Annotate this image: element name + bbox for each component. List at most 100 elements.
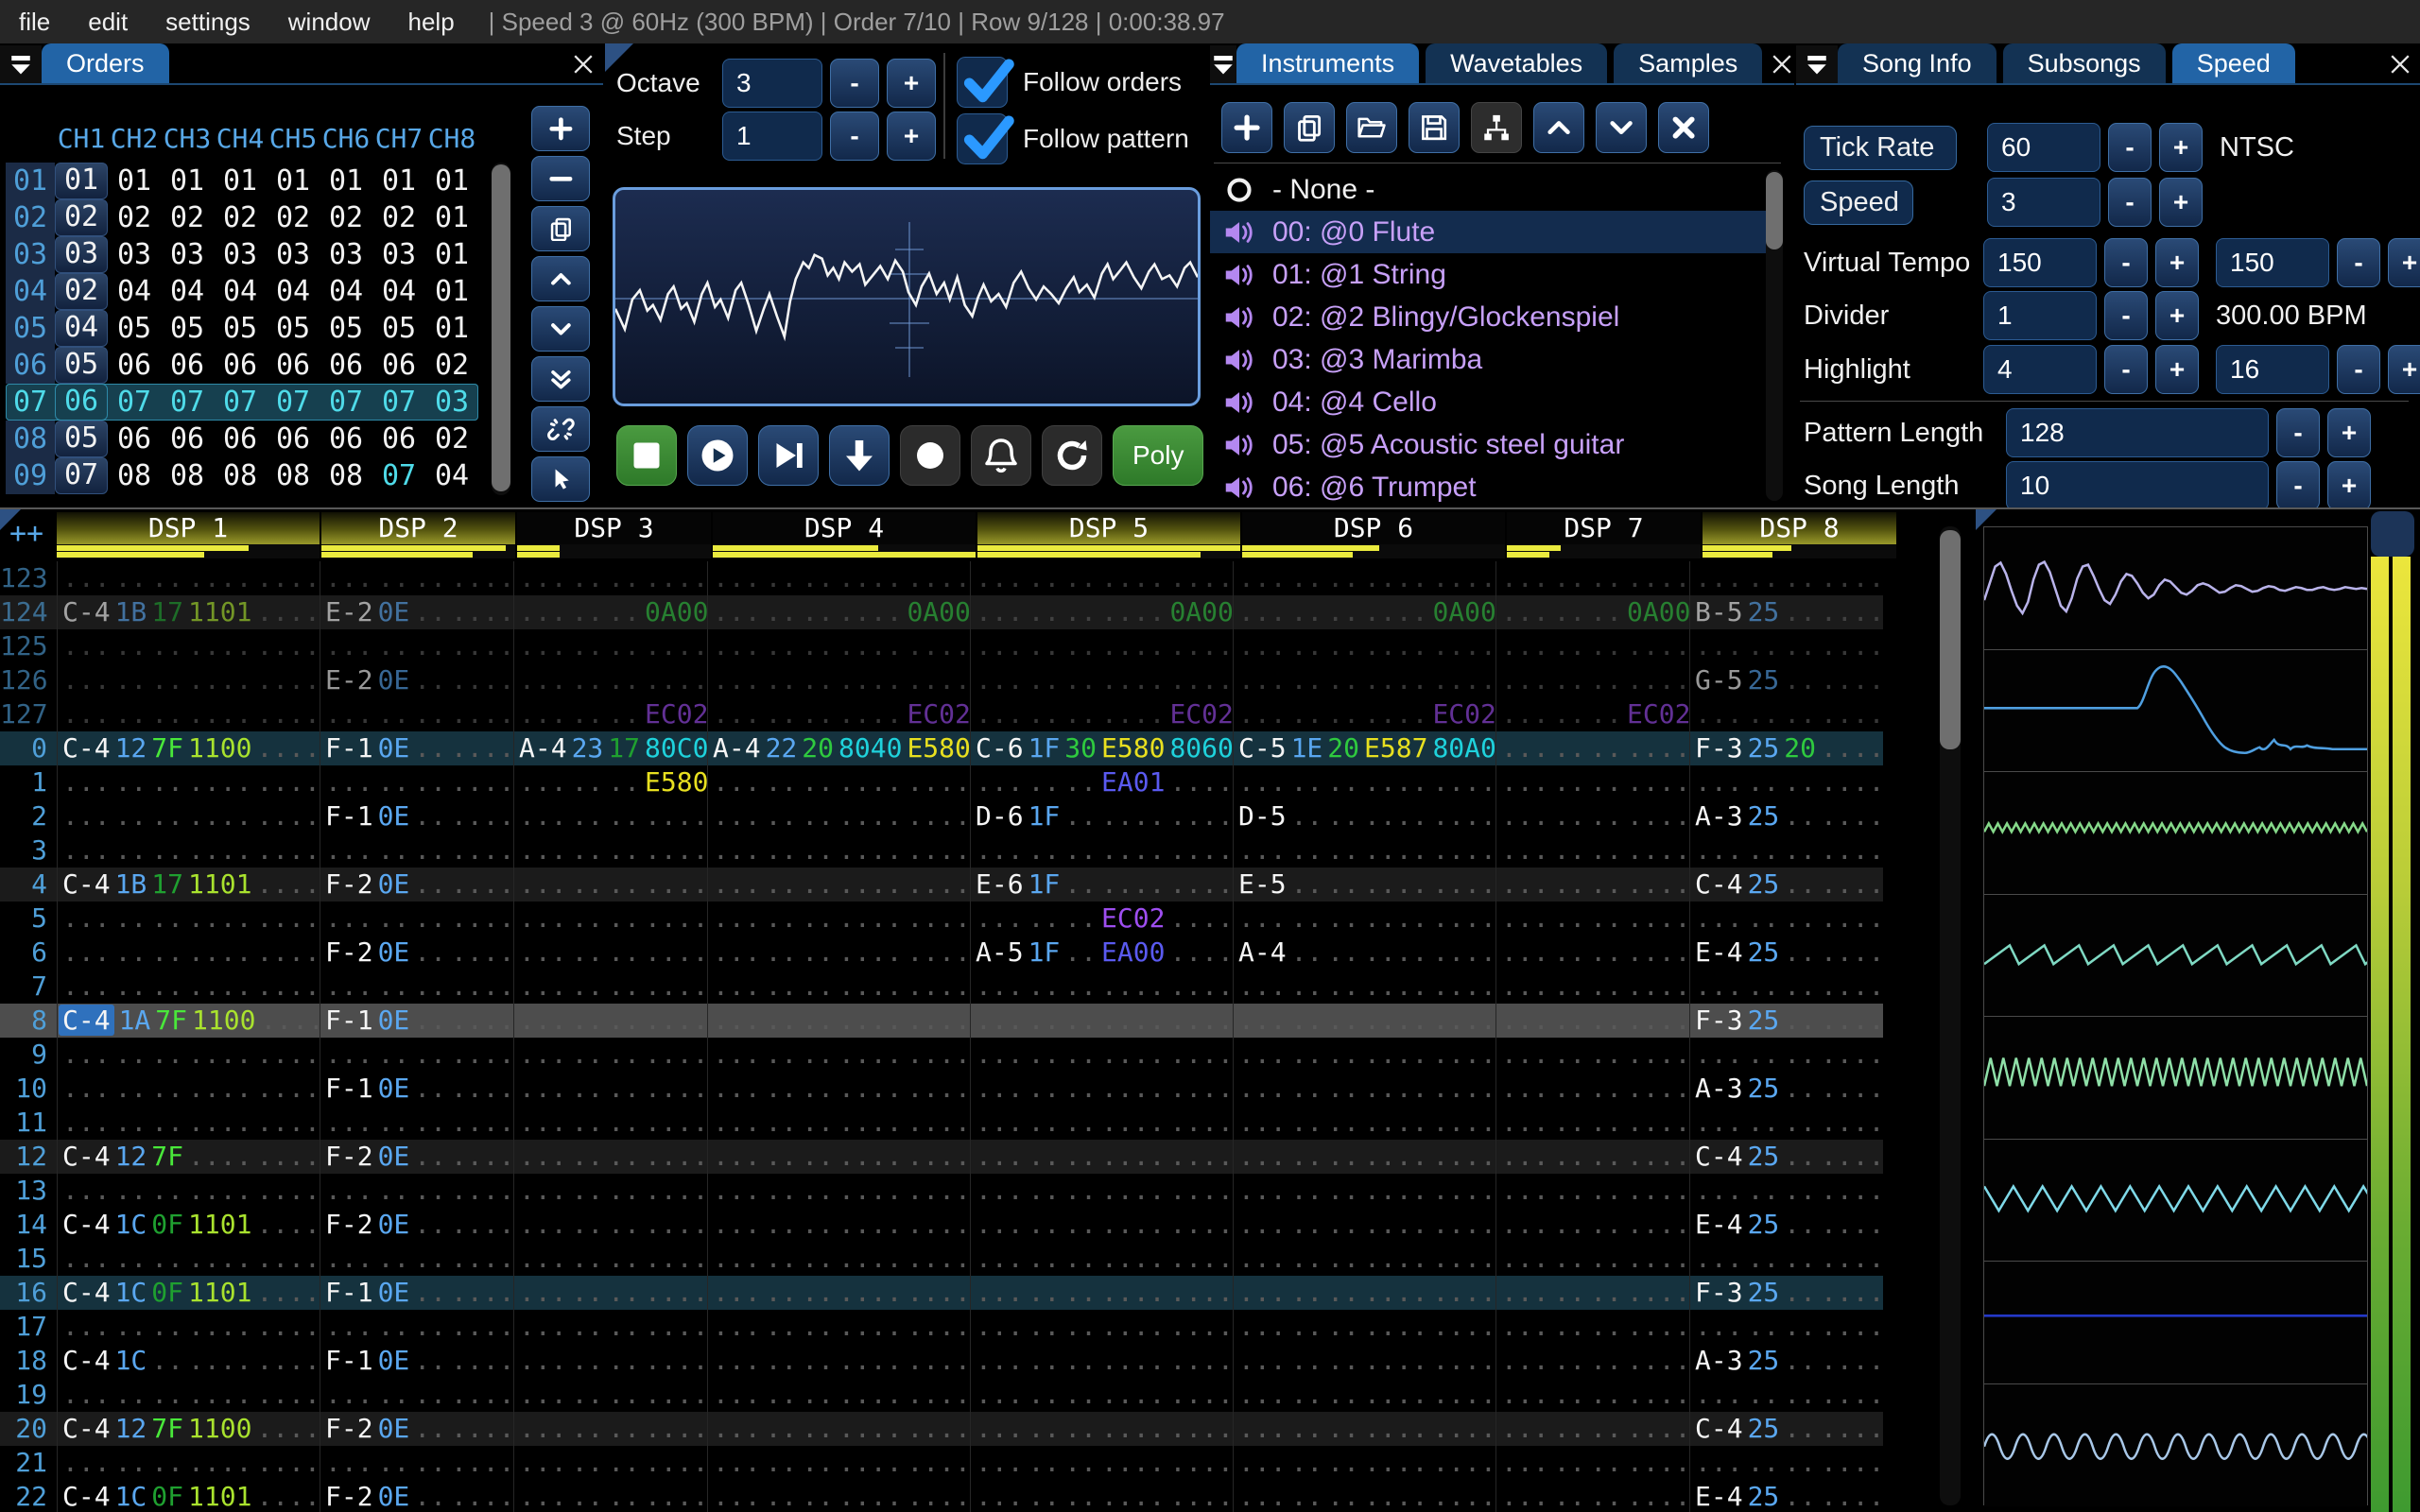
- order-cell[interactable]: 08: [161, 457, 214, 494]
- pattern-cell[interactable]: ...........: [320, 1378, 513, 1412]
- pattern-cell[interactable]: ...........: [513, 561, 707, 595]
- window-menu-icon[interactable]: [0, 45, 42, 83]
- orders-scrollbar-thumb[interactable]: [492, 164, 510, 491]
- pattern-cell[interactable]: ...............: [57, 561, 320, 595]
- speed-input[interactable]: 3: [1987, 178, 2100, 227]
- pattern-cell[interactable]: ...........: [1689, 629, 1883, 663]
- order-cell[interactable]: 01: [425, 163, 478, 199]
- pattern-cell[interactable]: ...............: [970, 1276, 1233, 1310]
- order-cell[interactable]: 07: [55, 457, 108, 494]
- pattern-cell[interactable]: ...............: [57, 1310, 320, 1344]
- order-cell[interactable]: 08: [214, 457, 267, 494]
- order-cell[interactable]: 04: [214, 273, 267, 310]
- order-cell[interactable]: 04: [108, 273, 161, 310]
- order-cell[interactable]: 01: [214, 163, 267, 199]
- pattern-cell[interactable]: ...........: [1495, 868, 1689, 902]
- pattern-cell[interactable]: D-5............: [1233, 799, 1495, 833]
- song-length-input[interactable]: 10: [2006, 461, 2269, 510]
- order-cell[interactable]: 05: [267, 310, 320, 347]
- pattern-cell[interactable]: ...............: [707, 1208, 970, 1242]
- pattern-cell[interactable]: ...........: [1689, 697, 1883, 731]
- pattern-cell[interactable]: ...........: [1495, 1310, 1689, 1344]
- order-cell[interactable]: 06: [161, 347, 214, 384]
- order-cell[interactable]: 02: [55, 273, 108, 310]
- menu-help[interactable]: help: [389, 8, 474, 37]
- orders-channel-ch5[interactable]: CH5: [267, 123, 320, 155]
- pattern-cell[interactable]: ...............: [970, 1208, 1233, 1242]
- pattern-cell[interactable]: ...........: [1495, 1106, 1689, 1140]
- order-cell[interactable]: 01: [161, 163, 214, 199]
- pattern-cell[interactable]: ...............: [970, 1480, 1233, 1512]
- deep-clone-button[interactable]: [531, 406, 590, 452]
- order-cell[interactable]: 06: [320, 421, 372, 457]
- pattern-cell[interactable]: ...........: [513, 1242, 707, 1276]
- pattern-cell[interactable]: ...........: [1495, 1344, 1689, 1378]
- pattern-cell[interactable]: ...........: [320, 1446, 513, 1480]
- order-cell[interactable]: 03: [108, 236, 161, 273]
- pattern-cell[interactable]: ...........: [320, 697, 513, 731]
- pattern-cell[interactable]: B-5 25......: [1689, 595, 1883, 629]
- pattern-cell[interactable]: ...............: [1233, 1480, 1495, 1512]
- order-cell[interactable]: 05: [55, 347, 108, 384]
- pattern-cell[interactable]: C-4 25......: [1689, 868, 1883, 902]
- pattern-cell[interactable]: ...............: [970, 629, 1233, 663]
- order-cell[interactable]: 06: [372, 421, 425, 457]
- pattern-cell[interactable]: ...............: [970, 1174, 1233, 1208]
- pattern-cell[interactable]: ...............: [707, 765, 970, 799]
- instrument-item[interactable]: 06: @6 Trumpet: [1210, 466, 1768, 508]
- instrument-item[interactable]: 01: @1 String: [1210, 253, 1768, 296]
- highlight-1-increase-button[interactable]: +: [2155, 345, 2199, 394]
- order-row-label[interactable]: 08: [6, 421, 55, 457]
- orders-scrollbar[interactable]: [492, 163, 510, 495]
- close-icon[interactable]: [1769, 45, 1794, 83]
- pattern-cell[interactable]: ...............: [970, 1038, 1233, 1072]
- pattern-cell[interactable]: ...............: [707, 1412, 970, 1446]
- tab-instruments[interactable]: Instruments: [1236, 43, 1420, 83]
- divider-decrease-button[interactable]: -: [2104, 291, 2148, 340]
- metronome-button[interactable]: [971, 425, 1031, 486]
- order-cell[interactable]: 05: [55, 421, 108, 457]
- pattern-cell[interactable]: ...........: [1495, 765, 1689, 799]
- order-cell[interactable]: 04: [320, 273, 372, 310]
- pattern-cell[interactable]: ...............: [970, 1106, 1233, 1140]
- pattern-cell[interactable]: ...............: [970, 1344, 1233, 1378]
- pattern-cell[interactable]: ...............: [970, 1004, 1233, 1038]
- pattern-cell[interactable]: ...........: [513, 868, 707, 902]
- pattern-cell[interactable]: C-4 1C 0F 1101....: [57, 1208, 320, 1242]
- channel-header[interactable]: DSP 1: [57, 512, 320, 558]
- channel-name[interactable]: DSP 7: [1507, 512, 1701, 544]
- pattern-cell[interactable]: ...........: [513, 1174, 707, 1208]
- pattern-cell[interactable]: ...........: [1495, 902, 1689, 936]
- speed-decrease-button[interactable]: -: [2108, 178, 2152, 227]
- pattern-cell[interactable]: ...............: [970, 1412, 1233, 1446]
- pattern-cell[interactable]: ...........: [1495, 629, 1689, 663]
- menu-edit[interactable]: edit: [69, 8, 147, 37]
- pattern-cell[interactable]: ...............: [707, 1344, 970, 1378]
- order-row-label[interactable]: 03: [6, 236, 55, 273]
- pattern-cell[interactable]: ........... 0A00: [970, 595, 1233, 629]
- duplicate-button[interactable]: [531, 206, 590, 251]
- pattern-cell[interactable]: ...........: [1495, 1140, 1689, 1174]
- pattern-cell[interactable]: ...............: [970, 663, 1233, 697]
- pattern-cell[interactable]: ...........: [1495, 1038, 1689, 1072]
- song-length-increase-button[interactable]: +: [2327, 461, 2371, 510]
- speed-increase-button[interactable]: +: [2159, 178, 2203, 227]
- pattern-cell[interactable]: ...............: [707, 1072, 970, 1106]
- pattern-cell[interactable]: ...............: [707, 1140, 970, 1174]
- pattern-length-decrease-button[interactable]: -: [2276, 408, 2320, 457]
- instrument-item[interactable]: 04: @4 Cello: [1210, 381, 1768, 423]
- tick-rate-button[interactable]: Tick Rate: [1804, 125, 1957, 170]
- order-cell[interactable]: 04: [55, 310, 108, 347]
- pattern-cell[interactable]: ...............: [707, 1446, 970, 1480]
- virtual-tempo-den-decrease-button[interactable]: -: [2337, 238, 2380, 287]
- tick-rate-decrease-button[interactable]: -: [2108, 123, 2152, 172]
- order-cell[interactable]: 06: [55, 384, 108, 421]
- order-cell[interactable]: 02: [55, 199, 108, 236]
- pattern-cell[interactable]: ...............: [707, 1276, 970, 1310]
- pattern-cell[interactable]: ...........: [513, 1106, 707, 1140]
- pattern-cell[interactable]: ...........: [513, 1446, 707, 1480]
- order-cell[interactable]: 06: [214, 347, 267, 384]
- pattern-cell[interactable]: ...............: [1233, 1004, 1495, 1038]
- pattern-cell[interactable]: ...........: [1495, 1378, 1689, 1412]
- tab-orders[interactable]: Orders: [42, 43, 169, 83]
